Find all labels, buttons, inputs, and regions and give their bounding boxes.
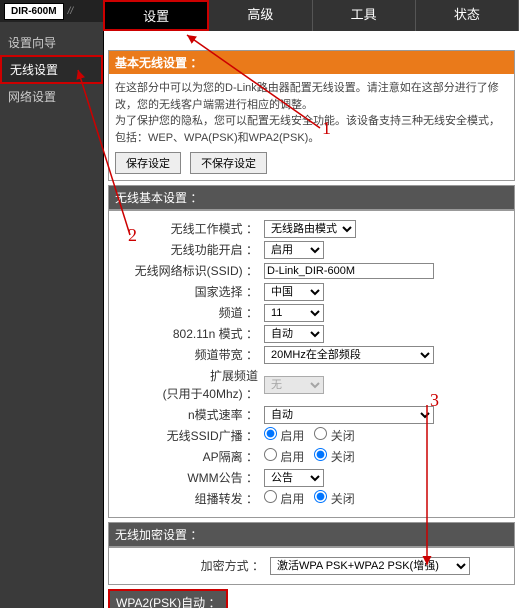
wmm-select[interactable]: 公告 [264, 469, 324, 487]
mcast-on[interactable]: 启用 [264, 490, 304, 508]
form-panel: 无线工作模式 ：无线路由模式 无线功能开启 ：启用 无线网络标识(SSID) ：… [108, 210, 515, 518]
tab-setup[interactable]: 设置 [103, 22, 209, 31]
bw-label: 频道带宽 ： [109, 346, 264, 364]
mode11-select[interactable]: 自动 [264, 325, 324, 343]
ap-off[interactable]: 关闭 [314, 448, 354, 466]
mode11-label: 802.11n 模式 ： [109, 325, 264, 343]
country-label: 国家选择 ： [109, 283, 264, 301]
ssidbc-label: 无线SSID广播 ： [109, 427, 264, 445]
ap-on[interactable]: 启用 [264, 448, 304, 466]
enable-label: 无线功能开启 ： [109, 241, 264, 259]
ssidbc-off[interactable]: 关闭 [314, 427, 354, 445]
rate-select[interactable]: 自动 [264, 406, 434, 424]
tab-tools[interactable]: 工具 [313, 22, 416, 31]
enable-select[interactable]: 启用 [264, 241, 324, 259]
basic-text1: 在这部分中可以为您的D-Link路由器配置无线设置。请注意如在这部分进行了修改，… [115, 80, 508, 113]
mode-label: 无线工作模式 ： [109, 220, 264, 238]
tab-status[interactable]: 状态 [416, 22, 519, 31]
bw-select[interactable]: 20MHz在全部频段 [264, 346, 434, 364]
ssidbc-on[interactable]: 启用 [264, 427, 304, 445]
basic-text2: 为了保护您的隐私，您可以配置无线安全功能。该设备支持三种无线安全模式，包括：WE… [115, 113, 508, 146]
save-button[interactable]: 保存设定 [115, 152, 181, 174]
mcast-label: 组播转发 ： [109, 490, 264, 508]
sidebar-item-network[interactable]: 网络设置 [0, 84, 103, 109]
method-label: 加密方式 ： [115, 557, 270, 575]
ssid-input[interactable] [264, 263, 434, 279]
mcast-off[interactable]: 关闭 [314, 490, 354, 508]
wpa-title: WPA2(PSK)自动 ： [108, 589, 228, 608]
rate-label: n模式速率 ： [109, 406, 264, 424]
slashes: // [64, 6, 78, 17]
ext-select: 无 [264, 376, 324, 394]
tab-advanced[interactable]: 高级 [209, 22, 312, 31]
enc-panel: 加密方式 ：激活WPA PSK+WPA2 PSK(增强) [108, 547, 515, 585]
sidebar-item-wireless[interactable]: 无线设置 [0, 55, 103, 84]
sidebar-item-wizard[interactable]: 设置向导 [0, 30, 103, 55]
ext-label: 扩展频道(只用于40Mhz) ： [109, 367, 264, 403]
nosave-button[interactable]: 不保存设定 [190, 152, 267, 174]
basic-panel: 基本无线设置 ： 在这部分中可以为您的D-Link路由器配置无线设置。请注意如在… [108, 50, 515, 181]
method-select[interactable]: 激活WPA PSK+WPA2 PSK(增强) [270, 557, 470, 575]
mode-select[interactable]: 无线路由模式 [264, 220, 356, 238]
model-badge: DIR-600M [4, 3, 64, 20]
ap-label: AP隔离 ： [109, 448, 264, 466]
form-title: 无线基本设置 ： [108, 185, 515, 210]
wmm-label: WMM公告 ： [109, 469, 264, 487]
channel-label: 频道 ： [109, 304, 264, 322]
basic-title: 基本无线设置 ： [109, 51, 514, 74]
country-select[interactable]: 中国 [264, 283, 324, 301]
content: 设置 高级 工具 状态 基本无线设置 ： 在这部分中可以为您的D-Link路由器… [103, 22, 519, 608]
enc-title: 无线加密设置 ： [108, 522, 515, 547]
sidebar: 设置向导 无线设置 网络设置 [0, 22, 103, 608]
channel-select[interactable]: 11 [264, 304, 324, 322]
ssid-label: 无线网络标识(SSID) ： [109, 262, 264, 280]
